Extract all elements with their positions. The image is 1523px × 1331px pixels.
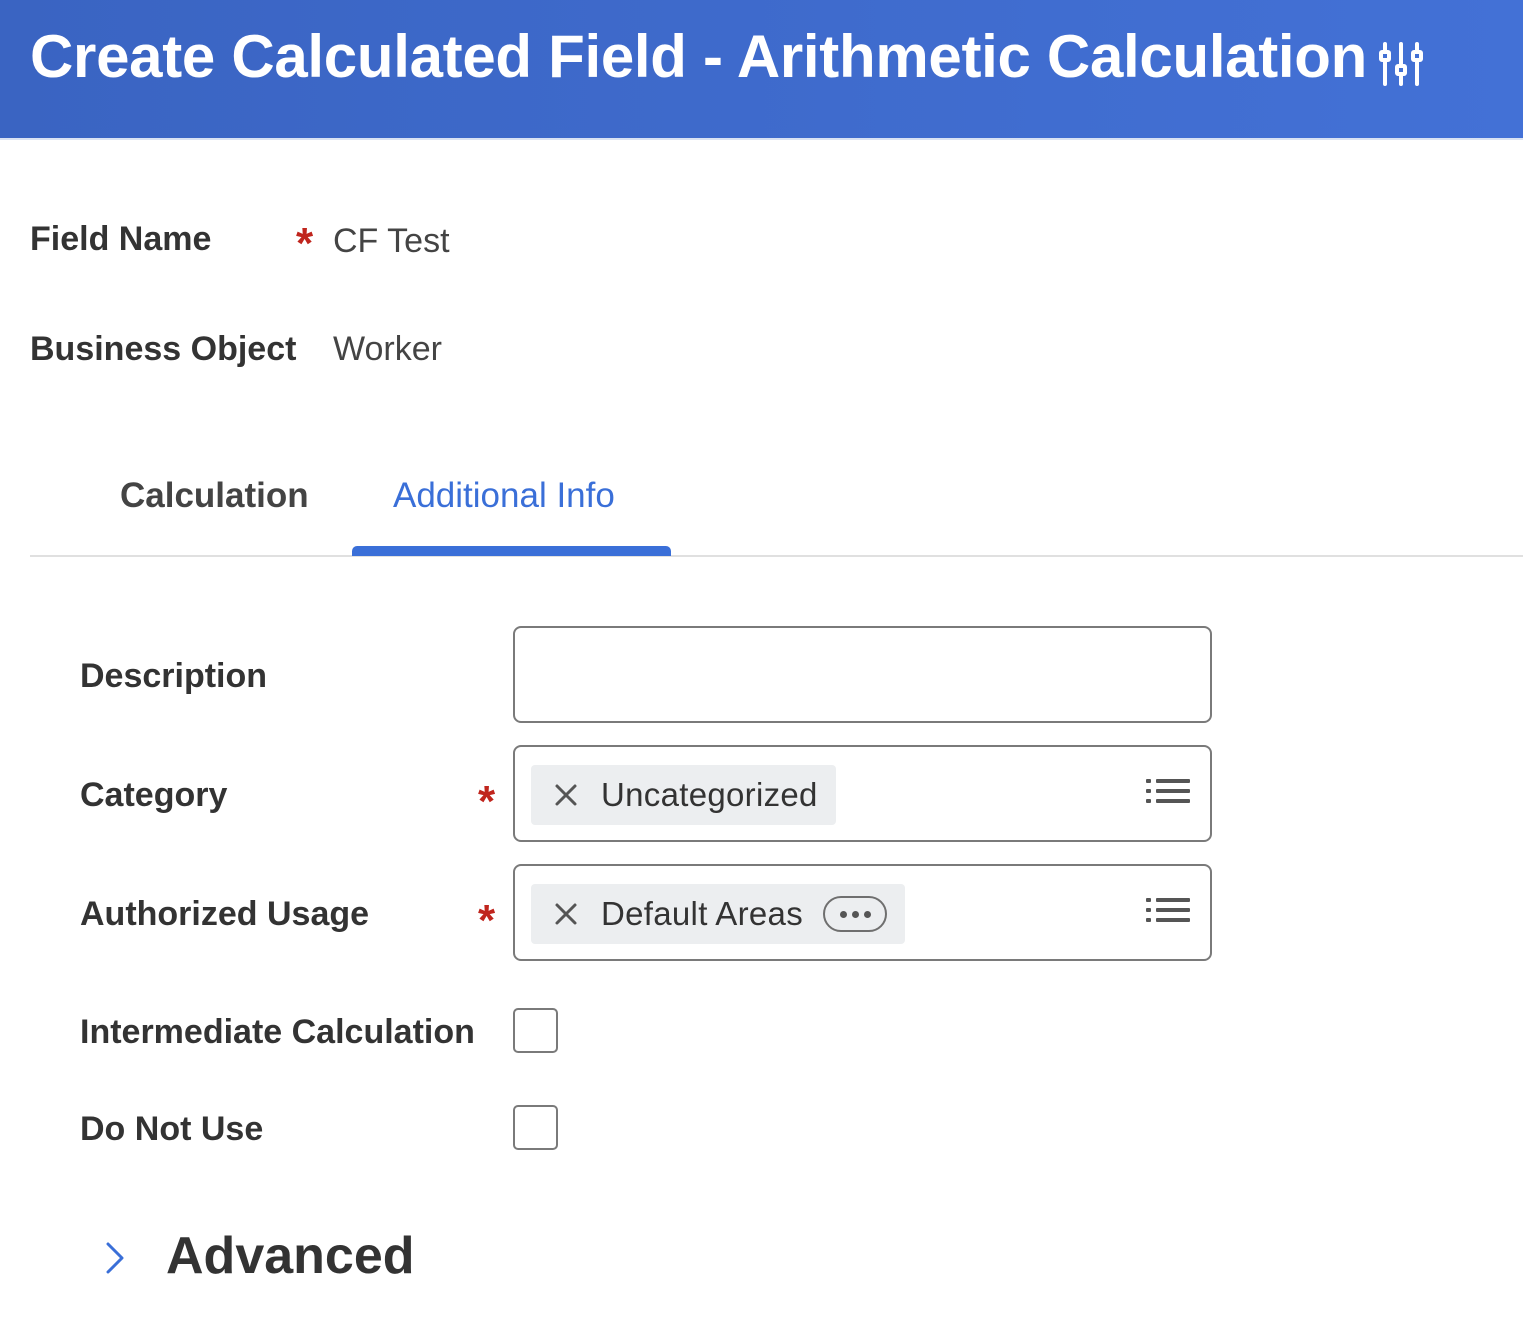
related-actions-sliders-icon[interactable] xyxy=(1377,40,1425,88)
authorized-usage-label: Authorized Usage xyxy=(80,895,370,933)
field-name-label: Field Name xyxy=(30,220,212,258)
intermediate-calculation-label: Intermediate Calculation xyxy=(80,1013,475,1051)
close-icon[interactable] xyxy=(553,782,579,808)
tab-divider xyxy=(30,555,1523,557)
tab-additional-info[interactable]: Additional Info xyxy=(393,476,615,516)
description-input[interactable] xyxy=(513,626,1212,723)
description-label: Description xyxy=(80,657,268,695)
authorized-usage-prompt[interactable]: Default Areas xyxy=(513,864,1212,961)
category-label: Category xyxy=(80,776,228,814)
list-icon[interactable] xyxy=(1146,896,1190,932)
category-selected-pill: Uncategorized xyxy=(531,765,836,825)
required-asterisk-icon: * xyxy=(478,896,496,945)
field-name-value: CF Test xyxy=(333,222,450,260)
business-object-value: Worker xyxy=(333,330,442,368)
more-ellipsis-icon[interactable] xyxy=(823,896,888,932)
category-selected-value: Uncategorized xyxy=(601,776,818,813)
required-asterisk-icon: * xyxy=(478,777,496,826)
page-title: Create Calculated Field - Arithmetic Cal… xyxy=(30,23,1368,90)
active-tab-indicator xyxy=(352,546,671,556)
authorized-usage-selected-pill: Default Areas xyxy=(531,884,906,944)
do-not-use-checkbox[interactable] xyxy=(513,1105,558,1150)
required-asterisk-icon: * xyxy=(296,219,314,268)
intermediate-calculation-checkbox[interactable] xyxy=(513,1008,558,1053)
page-header: Create Calculated Field - Arithmetic Cal… xyxy=(0,0,1523,140)
close-icon[interactable] xyxy=(553,901,579,927)
do-not-use-label: Do Not Use xyxy=(80,1110,264,1148)
tab-calculation[interactable]: Calculation xyxy=(120,476,309,516)
authorized-usage-selected-value: Default Areas xyxy=(601,895,804,932)
chevron-right-icon[interactable] xyxy=(100,1238,130,1278)
category-prompt[interactable]: Uncategorized xyxy=(513,745,1212,842)
list-icon[interactable] xyxy=(1146,777,1190,813)
advanced-section-toggle[interactable]: Advanced xyxy=(166,1226,415,1286)
business-object-label: Business Object xyxy=(30,330,297,368)
